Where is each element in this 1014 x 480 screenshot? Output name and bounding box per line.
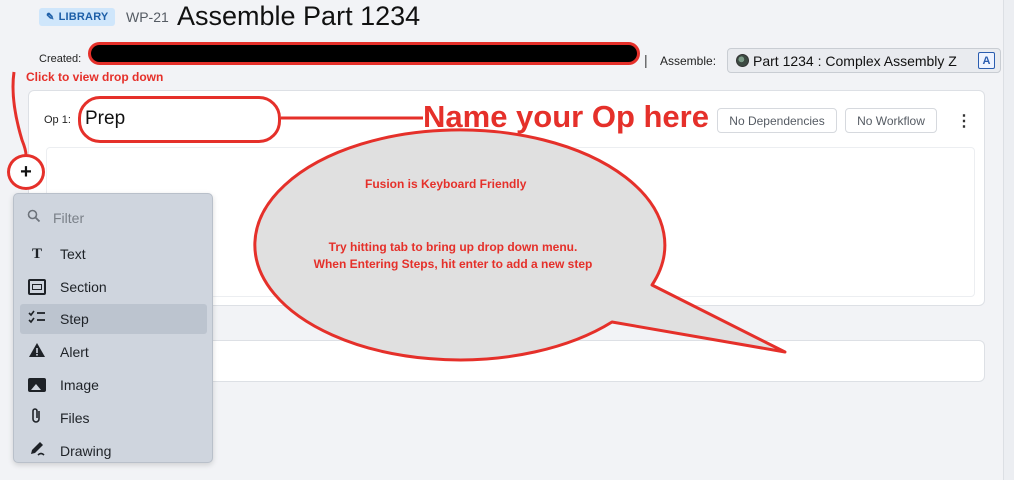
menu-item-label: Image (60, 377, 99, 393)
filter-placeholder: Filter (53, 209, 85, 226)
bubble-title: Fusion is Keyboard Friendly (365, 177, 527, 191)
add-block-button[interactable]: + (7, 154, 45, 190)
paperclip-icon (28, 407, 46, 429)
menu-item-label: Step (60, 311, 89, 327)
menu-item-label: Alert (60, 344, 89, 360)
checklist-icon (28, 309, 46, 329)
menu-item-label: Text (60, 246, 86, 262)
bubble-body: Try hitting tab to bring up drop down me… (278, 239, 628, 273)
menu-item-drawing[interactable]: Drawing (20, 436, 207, 462)
menu-item-step[interactable]: Step (20, 304, 207, 334)
image-icon (28, 378, 46, 392)
menu-item-label: Section (60, 279, 107, 295)
draw-icon (28, 441, 46, 461)
text-icon: T (31, 245, 42, 262)
menu-item-files[interactable]: Files (20, 403, 207, 433)
menu-item-section[interactable]: Section (20, 272, 207, 302)
menu-item-alert[interactable]: Alert (20, 337, 207, 367)
section-icon (28, 279, 46, 295)
block-type-dropdown[interactable]: Filter T Text Section Step Alert Image F… (13, 193, 213, 463)
search-icon (27, 209, 41, 226)
filter-field[interactable]: Filter (27, 209, 84, 226)
bubble-line-1: Try hitting tab to bring up drop down me… (328, 240, 578, 254)
menu-item-text[interactable]: T Text (20, 239, 207, 269)
menu-item-image[interactable]: Image (20, 370, 207, 400)
bubble-line-2: When Entering Steps, hit enter to add a … (313, 257, 593, 271)
plus-icon: + (20, 160, 32, 183)
menu-item-label: Files (60, 410, 90, 426)
menu-item-label: Drawing (60, 443, 112, 459)
warning-icon (28, 342, 46, 362)
